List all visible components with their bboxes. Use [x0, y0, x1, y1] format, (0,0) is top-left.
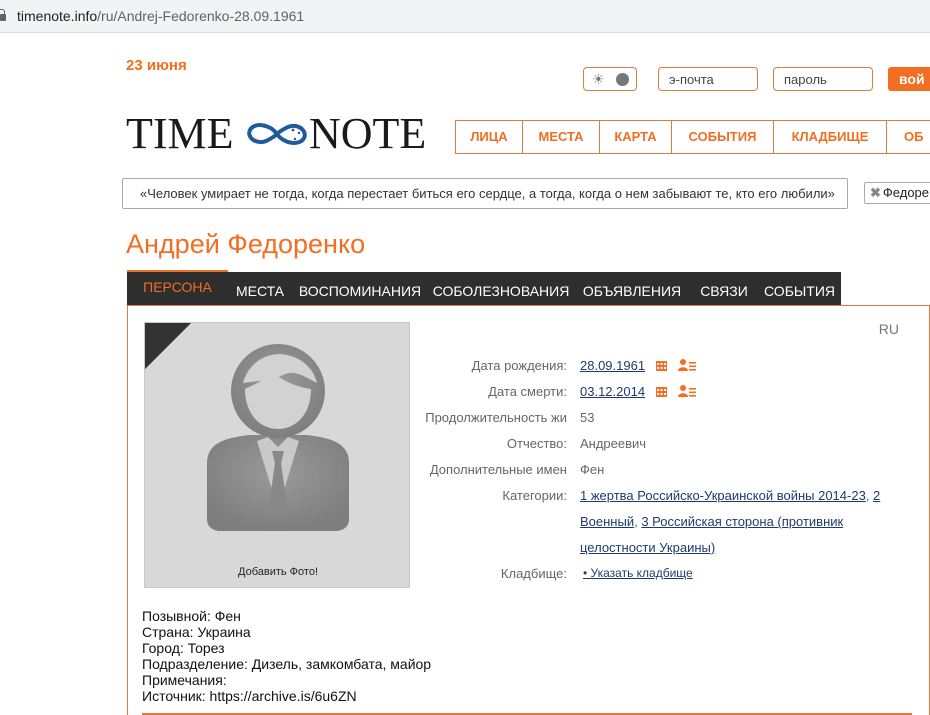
cemetery-label: Кладбище:: [500, 566, 567, 581]
birth-date-value[interactable]: 28.09.1961: [580, 358, 645, 373]
category-link[interactable]: 1 жертва Российско-Украинской войны 2014…: [580, 488, 866, 503]
person-list-icon[interactable]: [678, 385, 696, 397]
duration-label: Продолжительность жи: [425, 410, 567, 425]
email-field[interactable]: [658, 67, 758, 91]
extra-names-label: Дополнительные имен: [429, 462, 567, 477]
birth-date-label: Дата рождения:: [471, 358, 567, 373]
category-link[interactable]: 2: [873, 488, 880, 503]
sun-icon: ☀: [592, 71, 605, 87]
url-path: /ru/Andrej-Fedorenko-28.09.1961: [97, 8, 305, 24]
death-date-value[interactable]: 03.12.2014: [580, 384, 645, 399]
detail-line: Источник: https://archive.is/6u6ZN: [142, 688, 357, 704]
patronymic-value: Андреевич: [580, 436, 647, 451]
tab-relations[interactable]: СВЯЗИ: [690, 272, 758, 306]
tab-memories[interactable]: ВОСПОМИНАНИЯ: [292, 272, 428, 306]
url-text[interactable]: timenote.info/ru/Andrej-Fedorenko-28.09.…: [17, 8, 304, 24]
tab-events[interactable]: СОБЫТИЯ: [758, 272, 841, 306]
nav-item-map[interactable]: КАРТА: [600, 121, 672, 153]
patronymic-label: Отчество:: [506, 436, 567, 451]
detail-line: Подразделение: Дизель, замкомбата, майор: [142, 656, 432, 672]
theme-toggle[interactable]: ☀: [583, 67, 637, 91]
lock-icon: [0, 9, 6, 22]
site-logo[interactable]: TIME NOTE: [126, 112, 436, 156]
duration-value: 53: [580, 410, 595, 425]
search-chip[interactable]: ✖ Федоре: [864, 182, 930, 204]
detail-line: Примечания:: [142, 672, 227, 688]
tab-person[interactable]: ПЕРСОНА: [127, 270, 228, 306]
person-list-icon[interactable]: [678, 359, 696, 371]
quote-box: «Человек умирает не тогда, когда переста…: [122, 178, 848, 209]
url-host: timenote.info: [17, 8, 98, 24]
categories-line-2: Военный, 3 Российская сторона (противник: [580, 514, 844, 529]
extra-names-value: Фен: [580, 462, 605, 477]
tab-condolences[interactable]: СОБОЛЕЗНОВАНИЯ: [428, 272, 574, 306]
nav-item-cemetery[interactable]: КЛАДБИЩЕ: [774, 121, 887, 153]
avatar-icon: [145, 323, 349, 531]
person-details: Позывной: Фен Страна: Украина Город: Тор…: [142, 608, 431, 704]
infinity-logo-icon: [247, 123, 307, 145]
main-nav: ЛИЦА МЕСТА КАРТА СОБЫТИЯ КЛАДБИЩЕ ОБ: [455, 120, 930, 154]
calendar-icon[interactable]: [656, 361, 667, 371]
search-chip-text: Федоре: [882, 185, 930, 200]
close-icon[interactable]: ✖: [870, 185, 881, 200]
detail-line: Позывной: Фен: [142, 608, 241, 624]
detail-line: Город: Торез: [142, 640, 225, 656]
nav-item-events[interactable]: СОБЫТИЯ: [672, 121, 774, 153]
current-date: 23 июня: [126, 57, 187, 74]
logo-text-time: TIME: [126, 109, 234, 158]
calendar-icon[interactable]: [656, 387, 667, 397]
nav-item-about[interactable]: ОБ: [887, 121, 930, 153]
nav-item-faces[interactable]: ЛИЦА: [456, 121, 523, 153]
category-link[interactable]: Военный: [580, 514, 634, 529]
browser-address-bar[interactable]: timenote.info/ru/Andrej-Fedorenko-28.09.…: [0, 0, 930, 33]
password-field[interactable]: [773, 67, 873, 91]
language-switch[interactable]: RU: [879, 321, 899, 337]
categories-label: Категории:: [502, 488, 567, 503]
category-link[interactable]: 3 Российская сторона (противник: [641, 514, 843, 529]
death-date-label: Дата смерти:: [488, 384, 567, 399]
login-button[interactable]: вой: [888, 67, 930, 91]
logo-text-note: NOTE: [309, 109, 427, 158]
detail-line: Страна: Украина: [142, 624, 251, 640]
tab-places[interactable]: МЕСТА: [228, 272, 292, 306]
nav-item-places[interactable]: МЕСТА: [523, 121, 600, 153]
add-photo-link[interactable]: Добавить Фото!: [145, 566, 409, 578]
tab-announcements[interactable]: ОБЪЯВЛЕНИЯ: [574, 272, 690, 306]
categories-line-1: 1 жертва Российско-Украинской войны 2014…: [580, 488, 881, 503]
person-photo-placeholder[interactable]: Добавить Фото!: [144, 322, 410, 588]
person-tabs: ПЕРСОНА МЕСТА ВОСПОМИНАНИЯ СОБОЛЕЗНОВАНИ…: [127, 270, 841, 306]
page-title: Андрей Федоренко: [126, 229, 366, 259]
moon-icon: [616, 73, 629, 86]
set-cemetery-link[interactable]: • Указать кладбище: [583, 566, 693, 580]
category-link[interactable]: целостности Украины): [580, 540, 715, 555]
